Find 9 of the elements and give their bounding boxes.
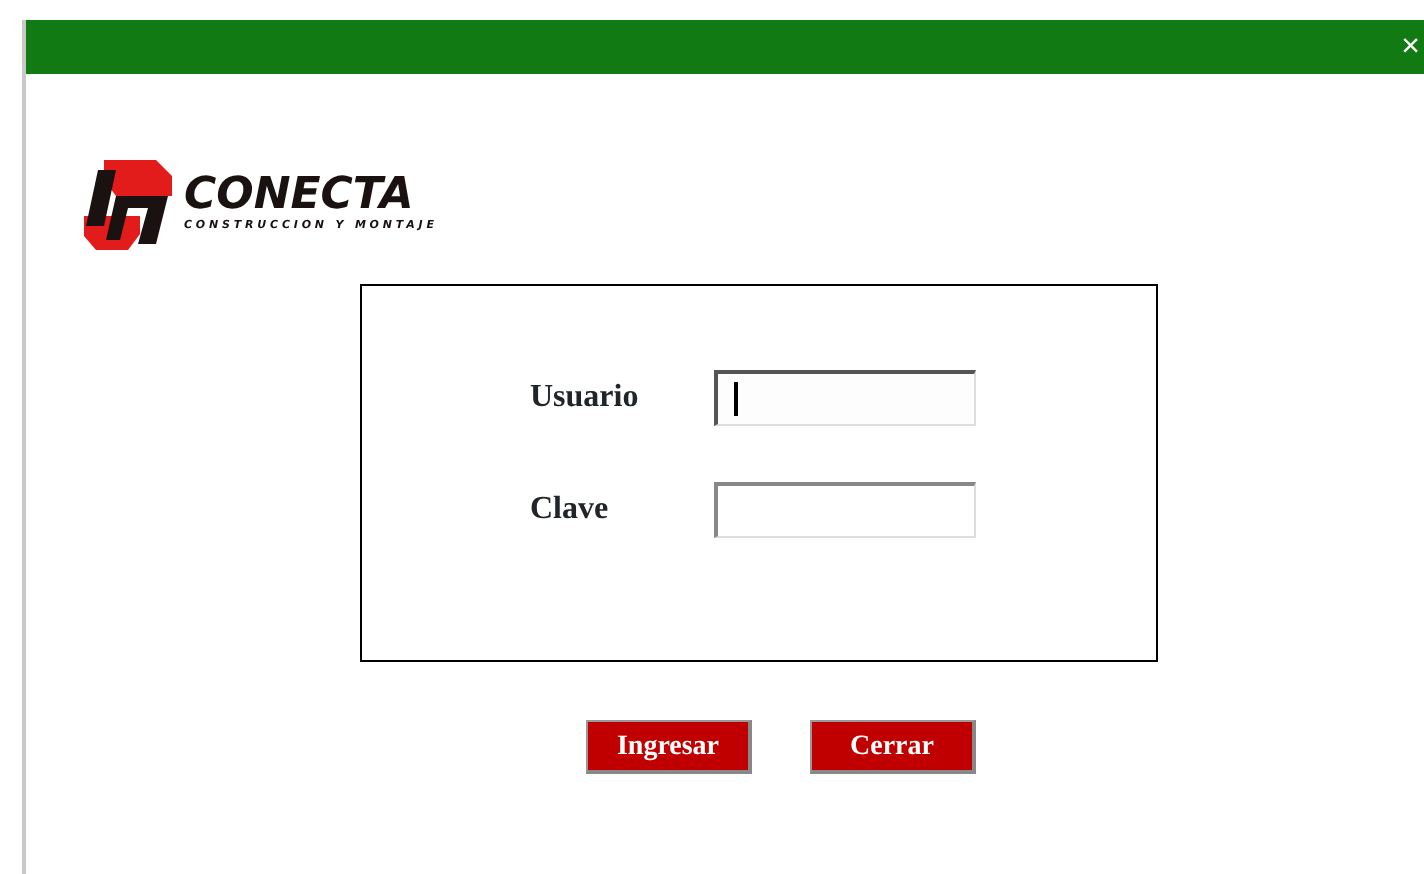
input-field[interactable] — [714, 482, 976, 538]
field-label: Usuario — [530, 378, 641, 418]
input-field[interactable] — [714, 370, 976, 426]
form-button[interactable]: Cerrar — [810, 720, 976, 774]
logo-icon — [80, 159, 176, 249]
field-label: Clave — [530, 490, 611, 530]
close-button[interactable]: × — [1397, 20, 1424, 74]
form-button[interactable]: Ingresar — [586, 720, 752, 774]
logo-name: CONECTA — [184, 173, 414, 218]
